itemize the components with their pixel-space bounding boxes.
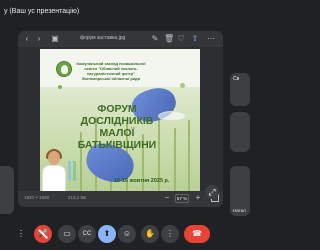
- forward-icon[interactable]: ›: [34, 34, 44, 44]
- call-controls: ⋮ 🎤 ▭ CC ⬆ ☺ ✋ ⋮ ☎: [0, 222, 250, 250]
- test-tube: [73, 161, 76, 181]
- decor-dot: [58, 85, 62, 89]
- grass-blade: [188, 120, 190, 192]
- participant-tile[interactable]: [0, 166, 14, 214]
- decor-dot: [180, 83, 185, 88]
- delete-icon[interactable]: 🗑: [164, 34, 174, 44]
- image-viewer-statusbar: 1920 × 1080 213,1 КБ − 57 % +: [18, 191, 223, 207]
- share-icon[interactable]: ⇧: [190, 34, 200, 44]
- forum-date: 15-16 жовтня 2025 р.: [114, 178, 170, 184]
- zoom-in-icon[interactable]: +: [194, 194, 202, 202]
- file-size: 213,1 КБ: [68, 195, 87, 200]
- participant-name: Натал: [233, 208, 246, 213]
- forum-headline: ФОРУМ ДОСЛІДНИКІВ МАЛОЇ БАТЬКІВЩИНИ: [77, 103, 157, 151]
- microphone-muted-button[interactable]: 🎤: [34, 225, 52, 243]
- favorite-icon[interactable]: ♡: [176, 34, 186, 44]
- camera-button[interactable]: ▭: [58, 225, 76, 243]
- file-name: форум заставка.jpg: [80, 35, 126, 41]
- edit-icon[interactable]: ✎: [150, 34, 160, 44]
- participant-tile[interactable]: Св: [230, 73, 250, 106]
- participant-name: Св: [233, 76, 240, 82]
- shared-screen[interactable]: ‹ › ▣ форум заставка.jpg ✎ 🗑 ♡ ⇧ ⋯ Комун…: [18, 31, 223, 207]
- participant-tile[interactable]: [230, 112, 250, 152]
- meet-window: у (Ваш ус презентацію) ‹ › ▣ форум заста…: [0, 0, 250, 250]
- image-viewer-toolbar: ‹ › ▣ форум заставка.jpg ✎ 🗑 ♡ ⇧ ⋯: [18, 31, 223, 47]
- participant-tile[interactable]: Натал: [230, 166, 250, 216]
- more-options-icon[interactable]: ⋯: [206, 34, 216, 44]
- test-tube: [68, 161, 71, 181]
- slide-image: Комунальний заклад позашкільної освіти "…: [40, 49, 200, 192]
- top-bar: у (Ваш ус презентацію): [0, 0, 250, 24]
- image-icon: ▣: [51, 34, 59, 43]
- present-button[interactable]: ⬆: [98, 225, 116, 243]
- captions-button[interactable]: CC: [78, 225, 96, 243]
- girl-scientist-illustration: [42, 149, 66, 192]
- image-dimensions: 1920 × 1080: [24, 195, 50, 200]
- end-call-button[interactable]: ☎: [184, 225, 210, 243]
- presenter-title: у (Ваш ус презентацію): [4, 8, 80, 15]
- zoom-level[interactable]: 57 %: [175, 194, 189, 203]
- raise-hand-button[interactable]: ✋: [141, 225, 159, 243]
- zoom-out-icon[interactable]: −: [163, 194, 171, 202]
- grass-blade: [174, 128, 176, 192]
- more-menu-button[interactable]: ⋮: [14, 225, 28, 243]
- expand-icon[interactable]: ⤢: [205, 185, 219, 199]
- more-options-button[interactable]: ⋮: [161, 225, 179, 243]
- reactions-button[interactable]: ☺: [118, 225, 136, 243]
- back-icon[interactable]: ‹: [22, 34, 32, 44]
- organization-name: Комунальний заклад позашкільної освіти "…: [76, 61, 146, 81]
- organization-logo: [56, 61, 72, 77]
